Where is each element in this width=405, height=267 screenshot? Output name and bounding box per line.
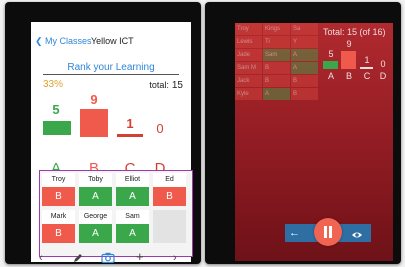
- chevron-left-icon: ❮: [35, 36, 46, 46]
- mini-c-letter: C: [363, 71, 371, 81]
- student-name: Ed: [153, 173, 186, 187]
- mini-b-letter: B: [345, 71, 352, 81]
- student-grade: A: [79, 224, 112, 243]
- dim-row: Jade Sam A: [235, 49, 319, 61]
- student-card[interactable]: Toby A: [79, 173, 112, 206]
- student-grade: B: [42, 187, 75, 206]
- mini-b-count: 9: [346, 39, 352, 49]
- divider: [43, 74, 179, 75]
- grade-c-bar[interactable]: [117, 134, 143, 137]
- mini-c-bar: [360, 67, 373, 69]
- student-card[interactable]: Mark B: [42, 210, 75, 243]
- grade-d-count: 0: [156, 121, 164, 136]
- student-grade: B: [153, 187, 186, 206]
- results-screen: Troy Kings Sa Lewis Ti Y Jade Sam A Sam …: [235, 23, 393, 261]
- rank-screen: ❮ My Classes Yellow ICT Rank your Learni…: [31, 22, 193, 264]
- total-text: total:: [149, 80, 169, 90]
- left-device-frame: ❮ My Classes Yellow ICT Rank your Learni…: [5, 2, 201, 264]
- student-grade: B: [42, 224, 75, 243]
- dim-cell: Sam: [263, 49, 290, 61]
- nav-bar: ❮ My Classes Yellow ICT: [31, 32, 191, 52]
- grade-b-count: 9: [90, 92, 98, 107]
- student-name: George: [79, 210, 112, 224]
- dim-cell: A: [291, 49, 318, 61]
- student-card[interactable]: Sam A: [116, 210, 149, 243]
- dim-row: Lewis Ti Y: [235, 36, 319, 48]
- background-student-grid: Troy Kings Sa Lewis Ti Y Jade Sam A Sam …: [235, 23, 319, 100]
- percent-label: 33%: [43, 79, 64, 90]
- student-card[interactable]: Elliot A: [116, 173, 149, 206]
- pause-icon-bar: [329, 226, 332, 238]
- dim-cell: A: [291, 62, 318, 74]
- dim-cell: Lewis: [235, 36, 262, 48]
- dim-cell: Kyle: [235, 88, 262, 100]
- visibility-icon[interactable]: [351, 227, 363, 238]
- pause-icon: [324, 226, 327, 238]
- camera-icon[interactable]: [101, 252, 115, 264]
- student-grade: A: [116, 224, 149, 243]
- mini-a-count: 5: [328, 49, 334, 59]
- playback-controls: ←: [285, 218, 371, 246]
- student-grid: Troy B Toby A Elliot A Ed B Mark B Georg…: [39, 170, 193, 257]
- pencil-icon[interactable]: [73, 253, 83, 264]
- student-name: Mark: [42, 210, 75, 224]
- rank-title: Rank your Learning: [67, 62, 155, 73]
- dim-cell: Jack: [235, 75, 262, 87]
- dim-cell: Troy: [235, 23, 262, 35]
- student-grade: A: [116, 187, 149, 206]
- dim-row: Troy Kings Sa: [235, 23, 319, 35]
- back-button[interactable]: ❮ My Classes: [35, 36, 92, 47]
- mini-a-bar: [323, 61, 338, 69]
- dim-row: Kyle A B: [235, 88, 319, 100]
- results-total: Total: 15 (of 16): [323, 27, 386, 37]
- grade-a-count: 5: [52, 102, 60, 117]
- student-name: Toby: [79, 173, 112, 187]
- prev-button[interactable]: ‹: [39, 252, 43, 264]
- bottom-toolbar: ‹ + ›: [31, 250, 191, 264]
- empty-card-slot: [153, 210, 186, 243]
- dim-cell: Y: [291, 36, 318, 48]
- student-grade: A: [79, 187, 112, 206]
- mini-b-bar: [341, 51, 356, 69]
- student-card[interactable]: Troy B: [42, 173, 75, 206]
- grade-c-count: 1: [126, 116, 134, 131]
- student-name: Sam: [116, 210, 149, 224]
- student-name: Elliot: [116, 173, 149, 187]
- nav-title: Yellow ICT: [91, 36, 134, 46]
- student-card[interactable]: Ed B: [153, 173, 186, 206]
- dim-cell: B: [291, 88, 318, 100]
- back-button-label: My Classes: [45, 36, 92, 46]
- mini-d-count: 0: [380, 59, 386, 69]
- right-device-frame: Troy Kings Sa Lewis Ti Y Jade Sam A Sam …: [205, 2, 401, 264]
- pause-button[interactable]: [314, 218, 342, 246]
- mini-d-letter: D: [379, 71, 387, 81]
- dim-cell: B: [263, 75, 290, 87]
- mini-c-count: 1: [364, 55, 370, 65]
- back-arrow-button[interactable]: ←: [289, 226, 300, 240]
- mini-a-letter: A: [327, 71, 334, 81]
- dim-cell: Sa: [291, 23, 318, 35]
- dim-cell: B: [291, 75, 318, 87]
- next-button[interactable]: ›: [173, 252, 177, 264]
- dim-row: Jack B B: [235, 75, 319, 87]
- student-name: Troy: [42, 173, 75, 187]
- grade-b-bar[interactable]: [80, 109, 108, 137]
- add-button[interactable]: +: [136, 250, 144, 263]
- dim-row: Sam M B A: [235, 62, 319, 74]
- dim-cell: B: [263, 62, 290, 74]
- grade-a-bar[interactable]: [43, 121, 71, 135]
- dim-cell: Sam M: [235, 62, 262, 74]
- dim-cell: A: [263, 88, 290, 100]
- total-value: 15: [171, 80, 183, 91]
- dim-cell: Jade: [235, 49, 262, 61]
- total-label: total: 15: [149, 80, 183, 91]
- dim-cell: Kings: [263, 23, 290, 35]
- dim-cell: Ti: [263, 36, 290, 48]
- student-card[interactable]: George A: [79, 210, 112, 243]
